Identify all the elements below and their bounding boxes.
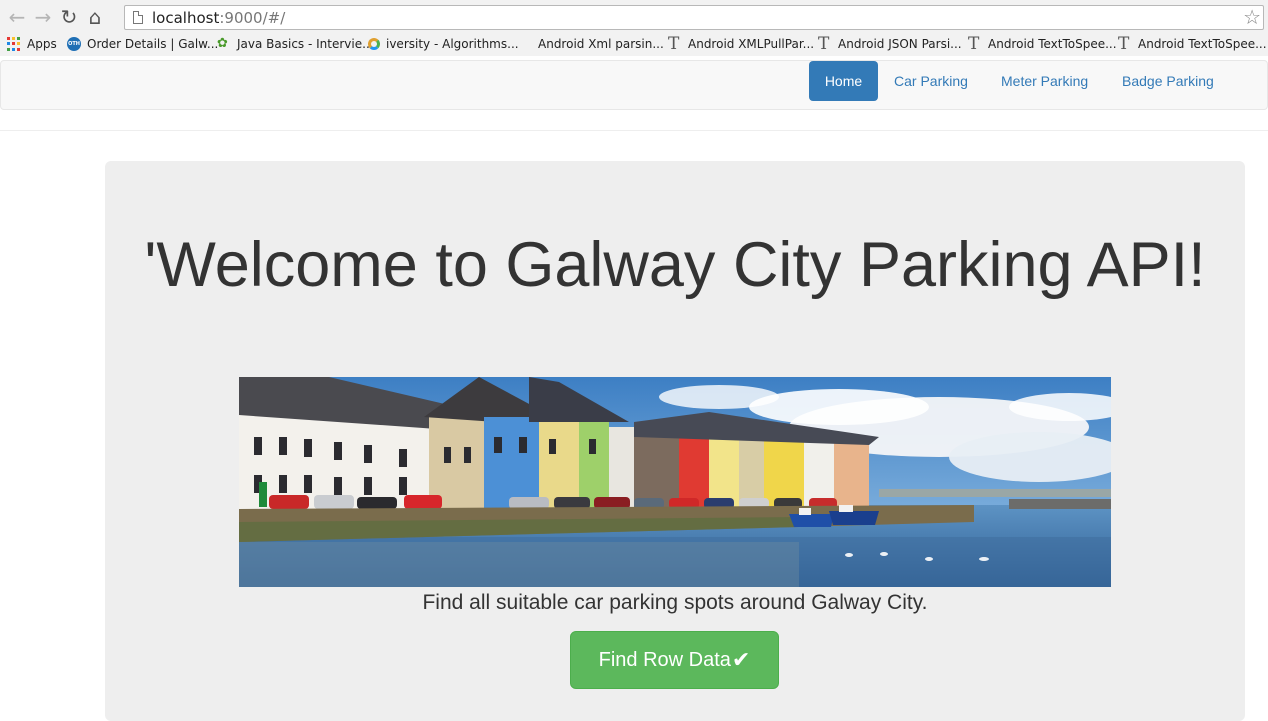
bookmark-apps[interactable]: Apps	[7, 37, 57, 51]
find-row-data-button[interactable]: Find Row Data ✔	[570, 631, 779, 689]
page-title: 'Welcome to Galway City Parking API!	[144, 230, 1206, 300]
bookmark-android-json-parsing[interactable]: T Android JSON Parsi...	[818, 34, 962, 54]
bookmark-label: Apps	[27, 37, 57, 51]
bookmark-android-xmlpullparser[interactable]: T Android XMLPullPar...	[668, 34, 815, 54]
forward-arrow-icon[interactable]: →	[30, 4, 56, 30]
leaf-icon: ✿	[217, 36, 228, 51]
bookmark-label: Order Details | Galw...	[87, 37, 219, 51]
oth-icon: OTH	[67, 37, 81, 51]
bookmark-star-icon[interactable]: ☆	[1243, 6, 1261, 29]
home-icon[interactable]: ⌂	[82, 4, 108, 30]
nav-meter-parking[interactable]: Meter Parking	[986, 61, 1103, 101]
divider	[0, 130, 1268, 131]
site-navbar: Home Car Parking Meter Parking Badge Par…	[0, 60, 1268, 110]
bookmark-label: Android TextToSpee...	[1138, 37, 1267, 51]
t-icon: T	[668, 34, 680, 54]
bookmark-label: Android JSON Parsi...	[838, 37, 962, 51]
bookmark-iversity[interactable]: iversity - Algorithms...	[368, 37, 519, 51]
bookmark-android-xml-parsing[interactable]: Android Xml parsin...	[538, 37, 664, 51]
browser-toolbar: ← → ↻ ⌂ localhost:9000/#/ ☆	[0, 0, 1268, 34]
button-label: Find Row Data	[598, 648, 731, 671]
bookmark-label: iversity - Algorithms...	[386, 37, 519, 51]
t-icon: T	[1118, 34, 1130, 54]
nav-badge-parking[interactable]: Badge Parking	[1107, 61, 1229, 101]
address-bar[interactable]: localhost:9000/#/ ☆	[124, 5, 1264, 30]
bookmark-java-basics[interactable]: ✿ Java Basics - Intervie...	[217, 36, 374, 52]
bookmark-android-tts-2[interactable]: T Android TextToSpee...	[1118, 34, 1267, 54]
apps-grid-icon	[7, 37, 21, 51]
bookmark-label: Android TextToSpee...	[988, 37, 1117, 51]
bookmark-label: Java Basics - Intervie...	[237, 37, 374, 51]
t-icon: T	[818, 34, 830, 54]
galway-harbour-image	[239, 377, 1111, 587]
bookmark-label: Android XMLPullPar...	[688, 37, 815, 51]
nav-car-parking[interactable]: Car Parking	[879, 61, 983, 101]
back-arrow-icon[interactable]: ←	[4, 4, 30, 30]
reload-icon[interactable]: ↻	[56, 4, 82, 30]
bookmark-android-tts-1[interactable]: T Android TextToSpee...	[968, 34, 1117, 54]
check-icon: ✔	[731, 647, 751, 673]
bookmark-order-details[interactable]: OTH Order Details | Galw...	[67, 37, 218, 51]
nav-home[interactable]: Home	[809, 61, 878, 101]
url-host: localhost	[152, 8, 220, 27]
bookmarks-bar: Apps OTH Order Details | Galw... ✿ Java …	[0, 34, 1268, 56]
url-path: :9000/#/	[219, 8, 286, 27]
jumbotron: 'Welcome to Galway City Parking API! Fin…	[105, 161, 1245, 721]
ring-icon	[368, 38, 380, 50]
tagline: Find all suitable car parking spots arou…	[422, 591, 928, 614]
page-icon	[133, 11, 143, 24]
t-icon: T	[968, 34, 980, 54]
bookmark-label: Android Xml parsin...	[538, 37, 664, 51]
